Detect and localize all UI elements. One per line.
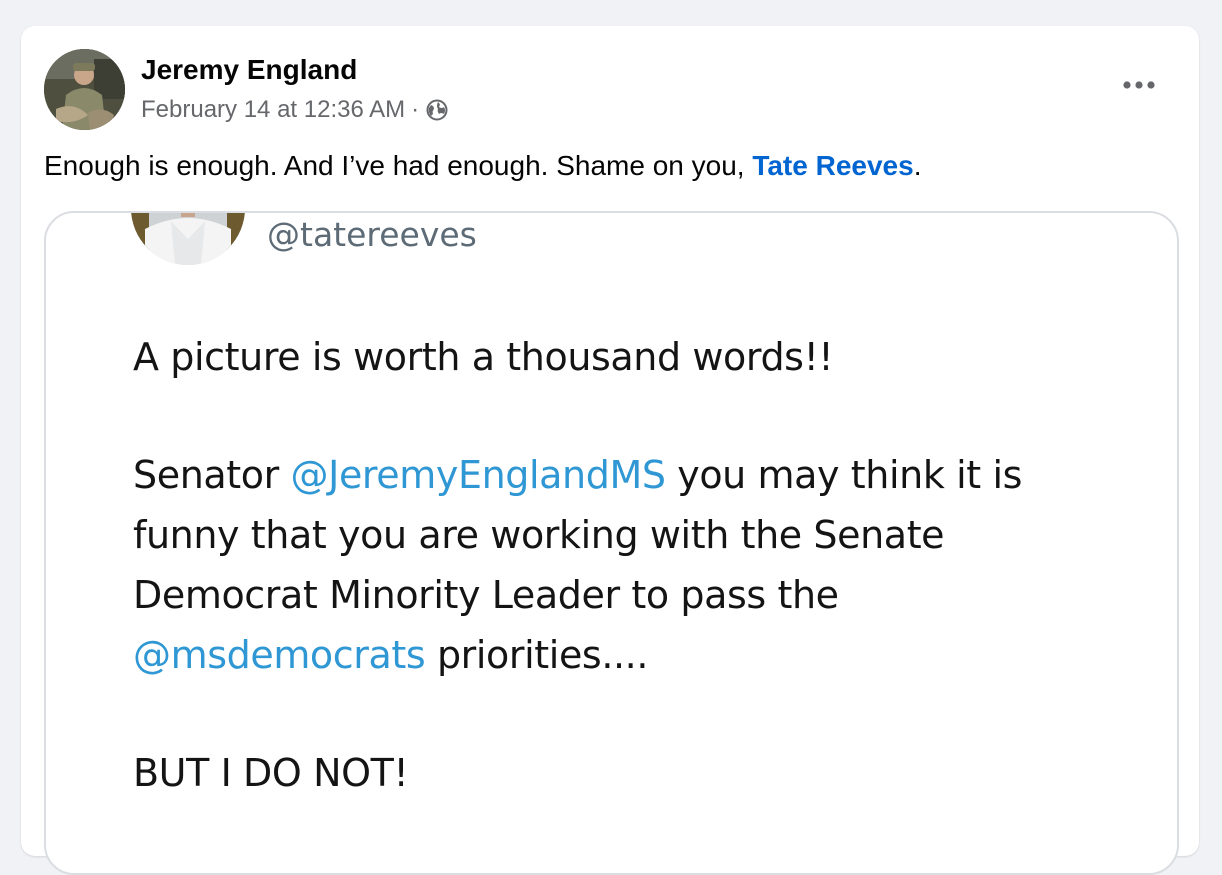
post-text-after: . <box>913 150 922 181</box>
more-options-button[interactable] <box>1109 62 1169 110</box>
tweet-handle: @tatereeves <box>267 215 477 254</box>
more-horizontal-icon <box>1121 77 1157 95</box>
tweet-line-3: funny that you are working with the Sena… <box>133 513 945 557</box>
mention-tate-reeves[interactable]: Tate Reeves <box>752 150 913 181</box>
tweet-line-2-end: you may think it is <box>665 453 1023 497</box>
author-name[interactable]: Jeremy England <box>141 54 357 86</box>
author-avatar[interactable] <box>44 49 125 130</box>
globe-icon[interactable] <box>425 98 449 122</box>
meta-separator: · <box>411 96 420 123</box>
tweet-mention-jeremyenglandms: @JeremyEnglandMS <box>290 453 666 497</box>
post-text-before: Enough is enough. And I’ve had enough. S… <box>44 150 753 181</box>
post-meta: February 14 at 12:36 AM · <box>141 96 449 124</box>
tweet-mention-msdemocrats: @msdemocrats <box>133 633 426 677</box>
avatar-photo <box>44 49 125 130</box>
tweet-line-1: A picture is worth a thousand words!! <box>133 335 834 379</box>
post-text: Enough is enough. And I’ve had enough. S… <box>44 150 921 182</box>
tweet-line-5-end: priorities.... <box>425 633 649 677</box>
tweet-line-6: BUT I DO NOT! <box>133 751 409 795</box>
tweet-line-2: Senator @JeremyEnglandMS you may think i… <box>133 453 1022 497</box>
post-card: Jeremy England February 14 at 12:36 AM ·… <box>21 26 1199 875</box>
tweet-line-2-start: Senator <box>133 453 291 497</box>
post-timestamp[interactable]: February 14 at 12:36 AM <box>141 96 405 124</box>
tweet-line-5: @msdemocrats priorities.... <box>133 633 648 677</box>
tweet-line-4: Democrat Minority Leader to pass the <box>133 573 839 617</box>
tweet-avatar <box>131 213 245 265</box>
shared-tweet-screenshot[interactable]: @tatereeves A picture is worth a thousan… <box>44 211 1179 875</box>
